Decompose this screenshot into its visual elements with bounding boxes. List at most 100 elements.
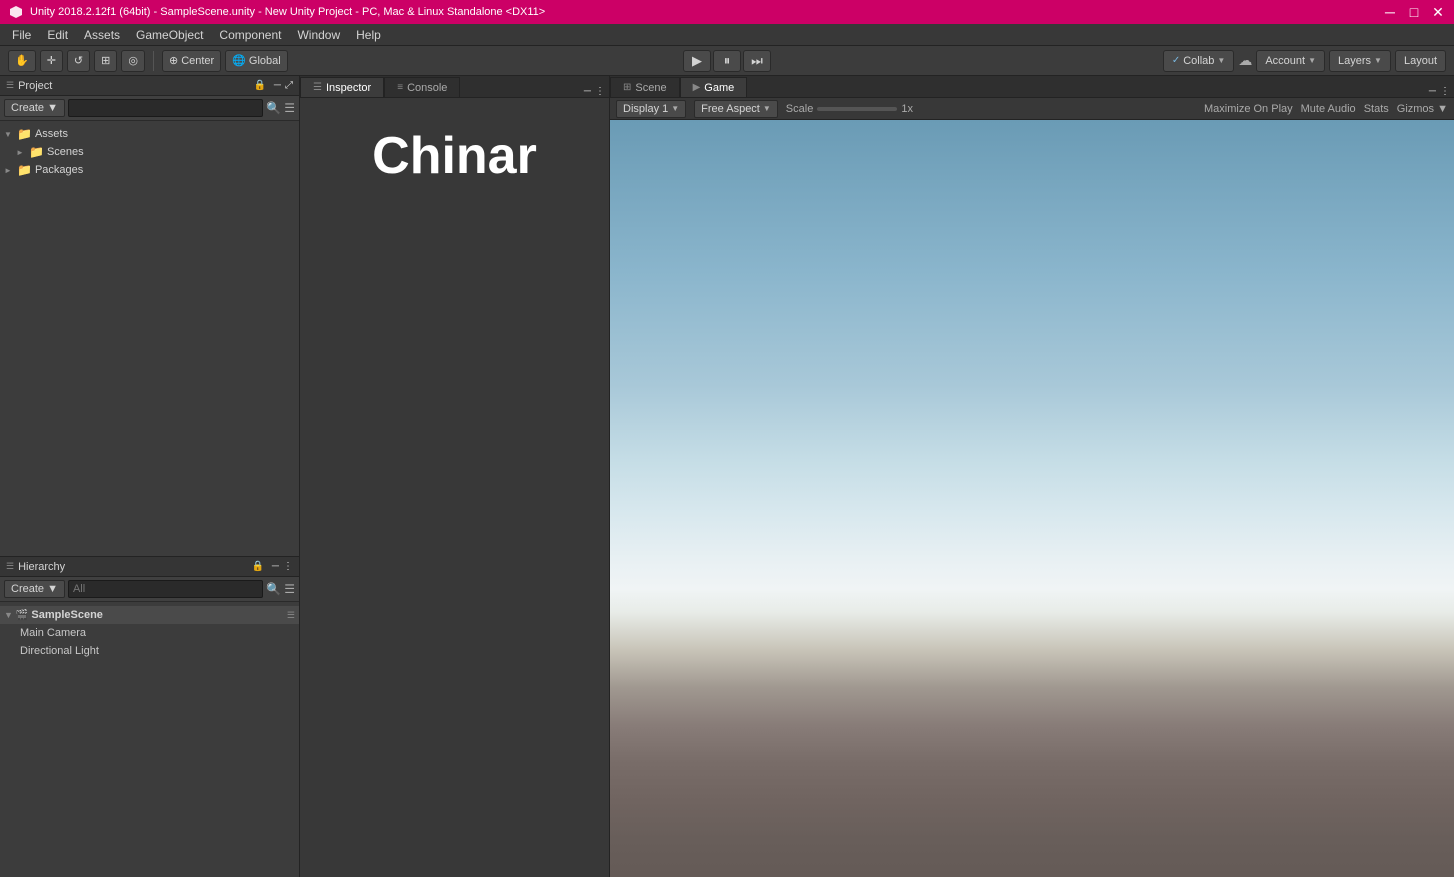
collab-check-icon: ✓ (1172, 55, 1180, 66)
scale-bar: Scale 1x (786, 103, 1196, 115)
inspector-dots[interactable]: ⋮ (595, 86, 605, 97)
hierarchy-panel-header: ☰ Hierarchy 🔒 ─ ⋮ (0, 557, 299, 577)
scene-tab-icon: ⊞ (623, 82, 631, 93)
scene-tab[interactable]: ⊞ Scene (610, 77, 680, 97)
close-button[interactable]: ✕ (1430, 4, 1446, 20)
project-filter-icon[interactable]: ☰ (284, 101, 295, 115)
minimize-button[interactable]: ─ (1382, 4, 1398, 20)
cloud-button[interactable]: ☁ (1238, 52, 1252, 69)
title-bar: Unity 2018.2.12f1 (64bit) - SampleScene.… (0, 0, 1454, 24)
center-icon: ⊕ (169, 54, 178, 67)
project-panel: ☰ Project 🔒 ─ ⤢ Create ▼ 🔍 ☰ ▼ 📁 Assets (0, 76, 299, 557)
menu-edit[interactable]: Edit (39, 26, 76, 44)
project-panel-expand[interactable]: ⤢ (285, 80, 293, 91)
project-panel-minimize[interactable]: ─ (274, 80, 281, 91)
hand-tool-button[interactable]: ✋ (8, 50, 36, 72)
left-panel: ☰ Project 🔒 ─ ⤢ Create ▼ 🔍 ☰ ▼ 📁 Assets (0, 76, 300, 877)
directional-light-item[interactable]: Directional Light (0, 642, 299, 660)
window-controls: ─ □ ✕ (1382, 4, 1446, 20)
sky-background (610, 120, 1454, 877)
move-tool-button[interactable]: ✛ (40, 50, 63, 72)
collab-button[interactable]: ✓ Collab ▼ (1163, 50, 1235, 72)
hierarchy-scene-menu[interactable]: ☰ (287, 610, 295, 621)
menu-window[interactable]: Window (289, 26, 348, 44)
scale-slider[interactable] (817, 107, 897, 111)
global-local-button[interactable]: 🌐 Global (225, 50, 288, 72)
assets-folder[interactable]: ▼ 📁 Assets (0, 125, 299, 143)
scenes-folder[interactable]: ► 📁 Scenes (0, 143, 299, 161)
hierarchy-panel-content: ▼ 🎬 SampleScene ☰ Main Camera Directiona… (0, 602, 299, 877)
console-tab[interactable]: ≡ Console (384, 77, 460, 97)
console-tab-icon: ≡ (397, 82, 403, 93)
project-panel-lock[interactable]: 🔒 (253, 80, 265, 91)
main-content: ☰ Project 🔒 ─ ⤢ Create ▼ 🔍 ☰ ▼ 📁 Assets (0, 76, 1454, 877)
chinar-text: Chinar (372, 126, 537, 186)
aspect-dropdown[interactable]: Free Aspect ▼ (694, 100, 778, 118)
menu-file[interactable]: File (4, 26, 39, 44)
gizmos-button[interactable]: Gizmos ▼ (1397, 103, 1448, 115)
project-search-icon[interactable]: 🔍 (266, 101, 281, 115)
account-button[interactable]: Account ▼ (1256, 50, 1325, 72)
project-create-button[interactable]: Create ▼ (4, 99, 65, 117)
inspector-tab[interactable]: ☰ Inspector (300, 77, 384, 97)
play-button[interactable]: ▶ (683, 50, 711, 72)
right-panel: ⊞ Scene ▶ Game ─ ⋮ Display 1 ▼ Free Aspe… (610, 76, 1454, 877)
step-button[interactable]: ⏭ (743, 50, 771, 72)
hierarchy-panel-controls: Create ▼ 🔍 ☰ (0, 577, 299, 602)
packages-arrow: ► (4, 166, 14, 175)
hierarchy-panel-dots[interactable]: ⋮ (283, 561, 293, 572)
collab-label: Collab (1183, 55, 1214, 67)
toolbar-separator-1 (153, 51, 154, 71)
maximize-on-play-button[interactable]: Maximize On Play (1204, 103, 1293, 115)
center-pivot-button[interactable]: ⊕ Center (162, 50, 221, 72)
toolbar-left: ✋ ✛ ↺ ⊞ ◎ ⊕ Center 🌐 Global (4, 50, 292, 72)
project-panel-header: ☰ Project 🔒 ─ ⤢ (0, 76, 299, 96)
inspector-tab-label: Inspector (326, 82, 371, 94)
hierarchy-panel-icon: ☰ (6, 561, 14, 572)
layout-button[interactable]: Layout (1395, 50, 1446, 72)
hierarchy-create-button[interactable]: Create ▼ (4, 580, 65, 598)
main-camera-item[interactable]: Main Camera (0, 624, 299, 642)
global-label: Global (249, 55, 281, 67)
game-minimize[interactable]: ─ (1429, 86, 1436, 97)
toolbar-right: ✓ Collab ▼ ☁ Account ▼ Layers ▼ Layout (1159, 50, 1450, 72)
unity-icon (8, 4, 24, 20)
hierarchy-panel-lock[interactable]: 🔒 (251, 561, 263, 572)
hierarchy-filter-icon[interactable]: ☰ (284, 582, 295, 596)
collab-dropdown-icon: ▼ (1217, 56, 1225, 65)
project-search-input[interactable] (68, 99, 263, 117)
stats-button[interactable]: Stats (1364, 103, 1389, 115)
display-label: Display 1 (623, 103, 668, 115)
rotate-tool-button[interactable]: ↺ (67, 50, 90, 72)
assets-arrow: ▼ (4, 130, 14, 139)
hierarchy-search-input[interactable] (68, 580, 263, 598)
main-camera-label: Main Camera (20, 627, 86, 639)
menu-assets[interactable]: Assets (76, 26, 128, 44)
mute-audio-button[interactable]: Mute Audio (1301, 103, 1356, 115)
directional-light-label: Directional Light (20, 645, 99, 657)
game-tab[interactable]: ▶ Game (680, 77, 748, 97)
hierarchy-search-icon[interactable]: 🔍 (266, 582, 281, 596)
menu-gameobject[interactable]: GameObject (128, 26, 211, 44)
hierarchy-create-label: Create ▼ (11, 583, 58, 595)
pause-button[interactable]: ⏸ (713, 50, 741, 72)
rect-tool-button[interactable]: ◎ (121, 50, 145, 72)
game-dots[interactable]: ⋮ (1440, 86, 1450, 97)
menu-help[interactable]: Help (348, 26, 389, 44)
inspector-content: Chinar (300, 98, 609, 877)
game-view (610, 120, 1454, 877)
aspect-arrow-icon: ▼ (763, 104, 771, 113)
packages-folder[interactable]: ► 📁 Packages (0, 161, 299, 179)
layers-button[interactable]: Layers ▼ (1329, 50, 1391, 72)
display-dropdown[interactable]: Display 1 ▼ (616, 100, 686, 118)
hierarchy-scene-row[interactable]: ▼ 🎬 SampleScene ☰ (0, 606, 299, 624)
hierarchy-panel-minimize[interactable]: ─ (272, 561, 279, 572)
play-controls: ▶ ⏸ ⏭ (683, 50, 771, 72)
project-create-label: Create ▼ (11, 102, 58, 114)
menu-component[interactable]: Component (211, 26, 289, 44)
scenes-label: Scenes (47, 146, 84, 158)
aspect-label: Free Aspect (701, 103, 760, 115)
maximize-button[interactable]: □ (1406, 4, 1422, 20)
scale-tool-button[interactable]: ⊞ (94, 50, 117, 72)
inspector-minimize[interactable]: ─ (584, 86, 591, 97)
